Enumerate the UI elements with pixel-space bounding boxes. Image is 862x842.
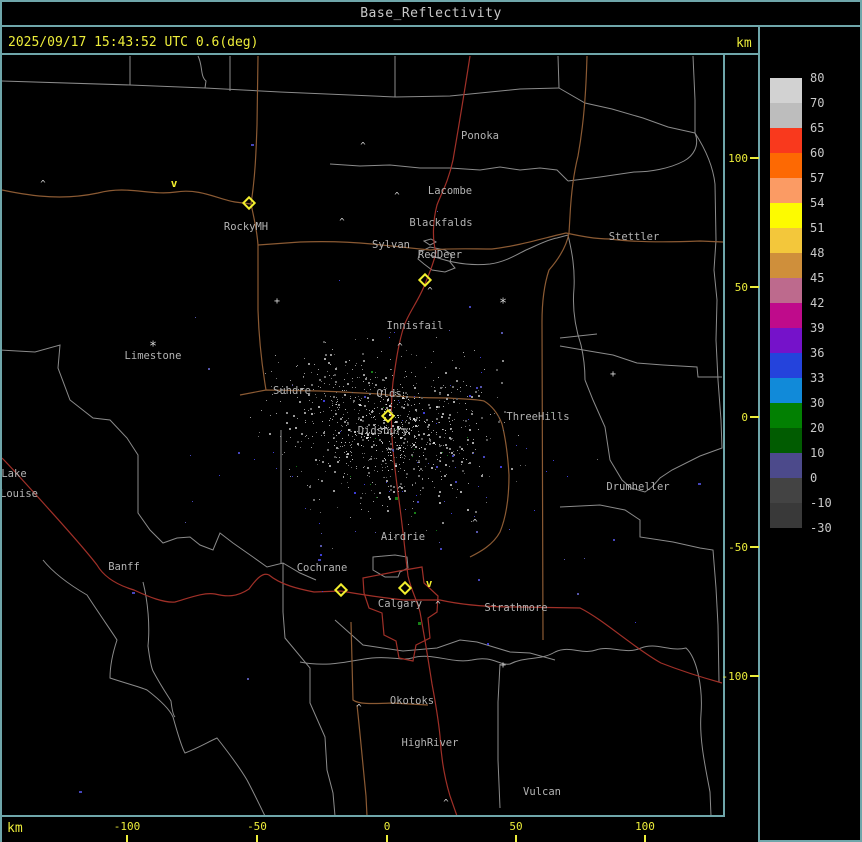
colorbar-block [770, 253, 802, 278]
x-axis-tick-mark [256, 835, 258, 842]
colorbar-block [770, 128, 802, 153]
colorbar-tick-label: 48 [810, 246, 825, 260]
colorbar-block [770, 203, 802, 228]
title-bar: Base_Reflectivity [0, 2, 862, 25]
x-axis-tick-label: 100 [635, 820, 655, 833]
colorbar-tick-label: 51 [810, 221, 825, 235]
colorbar-tick-label: 33 [810, 371, 825, 385]
colorbar-tick-label: 65 [810, 121, 825, 135]
colorbar-tick-label: 39 [810, 321, 825, 335]
y-axis-tick-mark [750, 157, 759, 159]
roads-red [2, 55, 723, 815]
colorbar-tick-label: -10 [810, 496, 832, 510]
colorbar-block [770, 328, 802, 353]
colorbar-block [770, 178, 802, 203]
colorbar-tick-label: 10 [810, 446, 825, 460]
colorbar-tick-label: 45 [810, 271, 825, 285]
colorbar-block [770, 403, 802, 428]
x-axis-tick-mark [515, 835, 517, 842]
colorbar-block [770, 103, 802, 128]
colorbar-tick-label: 36 [810, 346, 825, 360]
colorbar-tick-label: 20 [810, 421, 825, 435]
colorbar-block [770, 278, 802, 303]
y-axis-tick-label: 50 [734, 281, 748, 294]
colorbar-tick-label: 70 [810, 96, 825, 110]
roads-brown [2, 55, 723, 815]
x-axis-tick-label: -50 [247, 820, 267, 833]
radar-window: Base_Reflectivity 2025/09/17 15:43:52 UT… [0, 0, 862, 842]
map-viewport[interactable]: Ponoka Lacombe Blackfalds Sylvan RedDeer Stet… [2, 55, 723, 815]
colorbar-block [770, 478, 802, 503]
colorbar-block [770, 428, 802, 453]
colorbar-tick-label: 42 [810, 296, 825, 310]
colorbar-tick-label: 54 [810, 196, 825, 210]
x-axis-tick-mark [126, 835, 128, 842]
range-unit-top-label: km [736, 36, 752, 51]
x-axis-tick-label: -100 [113, 820, 141, 833]
timestamp-label: 2025/09/17 15:43:52 UTC 0.6(deg) [8, 35, 259, 50]
y-axis-tick-label: -100 [721, 670, 749, 683]
colorbar-block [770, 378, 802, 403]
window-title: Base_Reflectivity [360, 6, 502, 21]
range-unit-bottom-label: km [7, 821, 23, 836]
map-border-bottom [0, 815, 725, 817]
colorbar-block [770, 503, 802, 528]
x-axis-tick-label: 0 [383, 820, 391, 833]
colorbar-tick-label: 57 [810, 171, 825, 185]
map-border-right [723, 55, 725, 817]
colorbar-block [770, 153, 802, 178]
status-bar: 2025/09/17 15:43:52 UTC 0.6(deg) [8, 31, 752, 53]
colorbar-tick-label: 0 [810, 471, 818, 485]
colorbar-block [770, 353, 802, 378]
colorbar-block [770, 303, 802, 328]
y-axis-tick-label: 100 [728, 152, 748, 165]
x-axis-tick-mark [644, 835, 646, 842]
titlebar-divider [0, 25, 862, 27]
y-axis-tick-label: 0 [741, 411, 748, 424]
colorbar-tick-label: 30 [810, 396, 825, 410]
colorbar-block [770, 78, 802, 103]
radar-echo-layer [185, 211, 636, 680]
colorbar-block [770, 453, 802, 478]
y-axis-tick-mark [750, 416, 759, 418]
x-axis-tick-label: 50 [509, 820, 523, 833]
map-canvas [2, 55, 723, 815]
colorbar-tick-label: 80 [810, 71, 825, 85]
x-axis-tick-mark [386, 835, 388, 842]
y-axis-tick-mark [750, 286, 759, 288]
colorbar-block [770, 228, 802, 253]
colorbar-tick-label: -30 [810, 521, 832, 535]
colorbar-tick-label: 60 [810, 146, 825, 160]
county-boundaries [2, 55, 723, 815]
y-axis-tick-mark [750, 546, 759, 548]
y-axis-tick-label: -50 [728, 541, 748, 554]
y-axis-tick-mark [750, 675, 759, 677]
